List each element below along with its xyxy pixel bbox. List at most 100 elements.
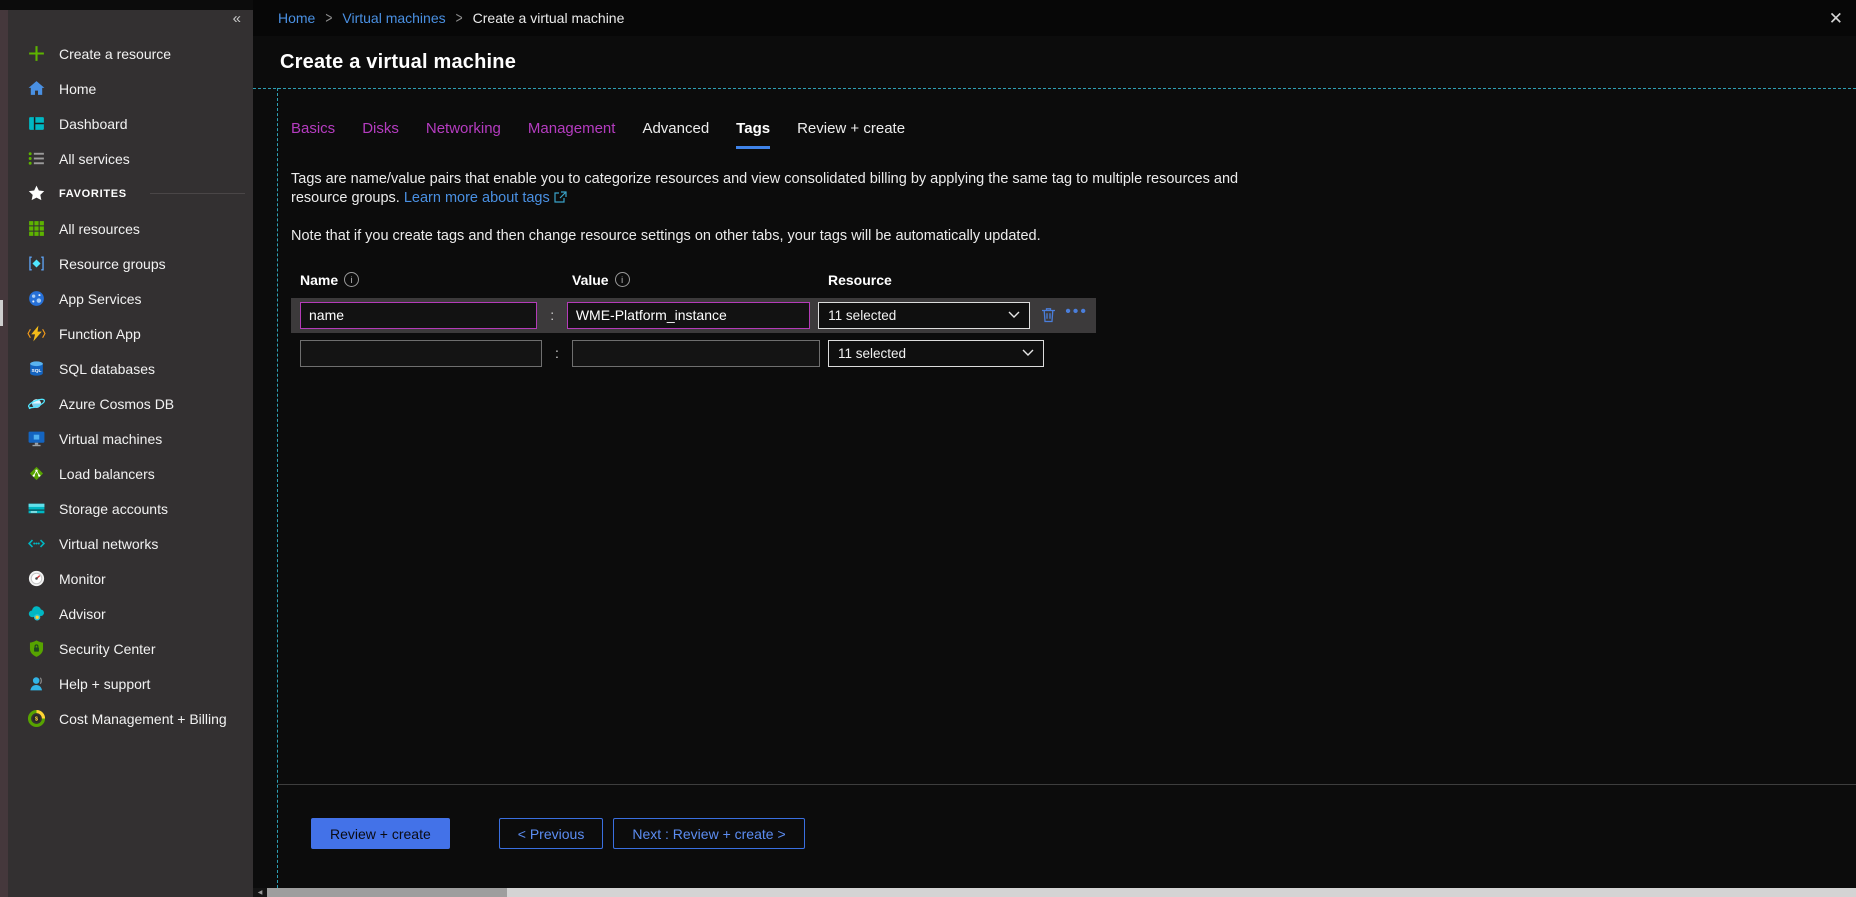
sidebar-item-create-a-resource[interactable]: Create a resource — [8, 36, 253, 71]
tags-note: Note that if you create tags and then ch… — [291, 228, 1856, 244]
breadcrumb-create-a-virtual-machine: Create a virtual machine — [473, 10, 625, 26]
sidebar-collapse-icon[interactable]: « — [233, 11, 241, 26]
chevron-down-icon — [1008, 311, 1020, 319]
sidebar-scroll-indicator — [0, 300, 3, 326]
sidebar-item-label: Function App — [59, 326, 141, 342]
learn-more-link[interactable]: Learn more about tags — [404, 190, 550, 206]
sidebar-item-storage-accounts[interactable]: Storage accounts — [8, 491, 253, 526]
column-header-value: Value i — [572, 272, 828, 288]
tag-table-rows: :11 selected•••:11 selected — [291, 298, 1856, 371]
sidebar-item-app-services[interactable]: App Services — [8, 281, 253, 316]
all-services-icon — [27, 149, 46, 168]
delete-row-icon[interactable] — [1040, 306, 1057, 324]
cost-management-icon: $ — [27, 709, 46, 728]
review-create-button[interactable]: Review + create — [311, 818, 450, 849]
sidebar-item-all-services[interactable]: All services — [8, 141, 253, 176]
help-support-icon — [27, 674, 46, 693]
tags-description: Tags are name/value pairs that enable yo… — [291, 170, 1286, 209]
value-column-label: Value — [572, 272, 609, 288]
sidebar-item-label: Dashboard — [59, 116, 128, 132]
page-title: Create a virtual machine — [280, 51, 516, 74]
load-balancers-icon — [27, 464, 46, 483]
sidebar-list: Create a resource Home Dashboard All servic… — [8, 36, 253, 736]
tab-advanced[interactable]: Advanced — [642, 120, 709, 149]
sidebar-item-label: Resource groups — [59, 256, 166, 272]
sidebar-top-strip — [0, 0, 253, 10]
storage-accounts-icon — [27, 499, 46, 518]
sidebar-item-sql-databases[interactable]: SQLSQL databases — [8, 351, 253, 386]
tab-review-create[interactable]: Review + create — [797, 120, 905, 149]
sidebar-item-label: Azure Cosmos DB — [59, 396, 174, 412]
breadcrumb: Home>Virtual machines>Create a virtual m… — [253, 0, 1856, 36]
sidebar-item-virtual-machines[interactable]: Virtual machines — [8, 421, 253, 456]
sidebar-item-label: Virtual machines — [59, 431, 162, 447]
resource-select[interactable]: 11 selected — [818, 302, 1030, 329]
sidebar: « Create a resource Home Dashboard All serv… — [0, 0, 253, 897]
breadcrumb-separator: > — [325, 9, 332, 27]
tag-value-input[interactable] — [567, 302, 810, 329]
sidebar-item-all-resources[interactable]: All resources — [8, 211, 253, 246]
sidebar-item-dashboard[interactable]: Dashboard — [8, 106, 253, 141]
breadcrumb-home[interactable]: Home — [278, 10, 315, 26]
sidebar-section-favorites: FAVORITES — [8, 176, 253, 211]
tab-tags[interactable]: Tags — [736, 120, 770, 149]
tab-basics[interactable]: Basics — [291, 120, 335, 149]
sidebar-item-azure-cosmos-db[interactable]: Azure Cosmos DB — [8, 386, 253, 421]
sidebar-item-function-app[interactable]: Function App — [8, 316, 253, 351]
sidebar-item-help-support[interactable]: Help + support — [8, 666, 253, 701]
value-info-icon[interactable]: i — [615, 272, 630, 287]
sidebar-item-label: Home — [59, 81, 96, 97]
all-resources-icon — [27, 219, 46, 238]
sidebar-item-label: Create a resource — [59, 46, 171, 62]
sidebar-item-home[interactable]: Home — [8, 71, 253, 106]
scrollbar-thumb[interactable] — [267, 888, 507, 897]
sidebar-item-advisor[interactable]: Advisor — [8, 596, 253, 631]
sidebar-item-label: Storage accounts — [59, 501, 168, 517]
tag-name-input[interactable] — [300, 340, 542, 367]
previous-button[interactable]: < Previous — [499, 818, 604, 849]
sidebar-item-label: App Services — [59, 291, 141, 307]
resource-select-value: 11 selected — [828, 308, 896, 323]
scrollbar-left-arrow-icon[interactable]: ◀ — [253, 888, 267, 897]
breadcrumb-virtual-machines[interactable]: Virtual machines — [342, 10, 445, 26]
sidebar-item-security-center[interactable]: Security Center — [8, 631, 253, 666]
tag-table: Name i Value i Resource :11 selected•••:… — [291, 272, 1856, 371]
more-options-icon[interactable]: ••• — [1065, 312, 1088, 318]
plus-icon — [27, 44, 46, 63]
tab-disks[interactable]: Disks — [362, 120, 399, 149]
column-header-resource: Resource — [828, 272, 892, 288]
external-link-icon — [554, 190, 567, 202]
sidebar-item-monitor[interactable]: Monitor — [8, 561, 253, 596]
close-icon[interactable]: ✕ — [1829, 9, 1843, 29]
sidebar-item-label: Virtual networks — [59, 536, 158, 552]
tag-row: : 11 selected ••• — [291, 298, 1096, 333]
sidebar-item-label: Security Center — [59, 641, 155, 657]
sidebar-item-load-balancers[interactable]: Load balancers — [8, 456, 253, 491]
row-actions: ••• — [1040, 306, 1088, 324]
azure-portal-page: « Create a resource Home Dashboard All serv… — [0, 0, 1856, 897]
tab-management[interactable]: Management — [528, 120, 616, 149]
sidebar-item-label: All services — [59, 151, 130, 167]
cosmos-db-icon — [27, 394, 46, 413]
tags-tab-panel: Basics Disks Networking Management Advanced T… — [278, 89, 1856, 897]
name-column-label: Name — [300, 272, 338, 288]
footer-divider — [278, 784, 1856, 785]
sidebar-item-label: Advisor — [59, 606, 106, 622]
security-center-icon — [27, 639, 46, 658]
resource-select[interactable]: 11 selected — [828, 340, 1044, 367]
sql-databases-icon: SQL — [27, 359, 46, 378]
sidebar-item-resource-groups[interactable]: Resource groups — [8, 246, 253, 281]
tag-row: :11 selected — [291, 336, 1096, 371]
name-info-icon[interactable]: i — [344, 272, 359, 287]
tag-table-header: Name i Value i Resource — [291, 272, 1856, 288]
tag-name-input[interactable] — [300, 302, 537, 329]
dashboard-icon — [27, 114, 46, 133]
name-value-separator: : — [537, 307, 566, 323]
sidebar-item-virtual-networks[interactable]: Virtual networks — [8, 526, 253, 561]
next-button[interactable]: Next : Review + create > — [613, 818, 804, 849]
tab-networking[interactable]: Networking — [426, 120, 501, 149]
tag-value-input[interactable] — [572, 340, 820, 367]
resource-column-label: Resource — [828, 272, 892, 288]
star-icon — [27, 184, 46, 203]
sidebar-item-cost-management-billing[interactable]: $Cost Management + Billing — [8, 701, 253, 736]
